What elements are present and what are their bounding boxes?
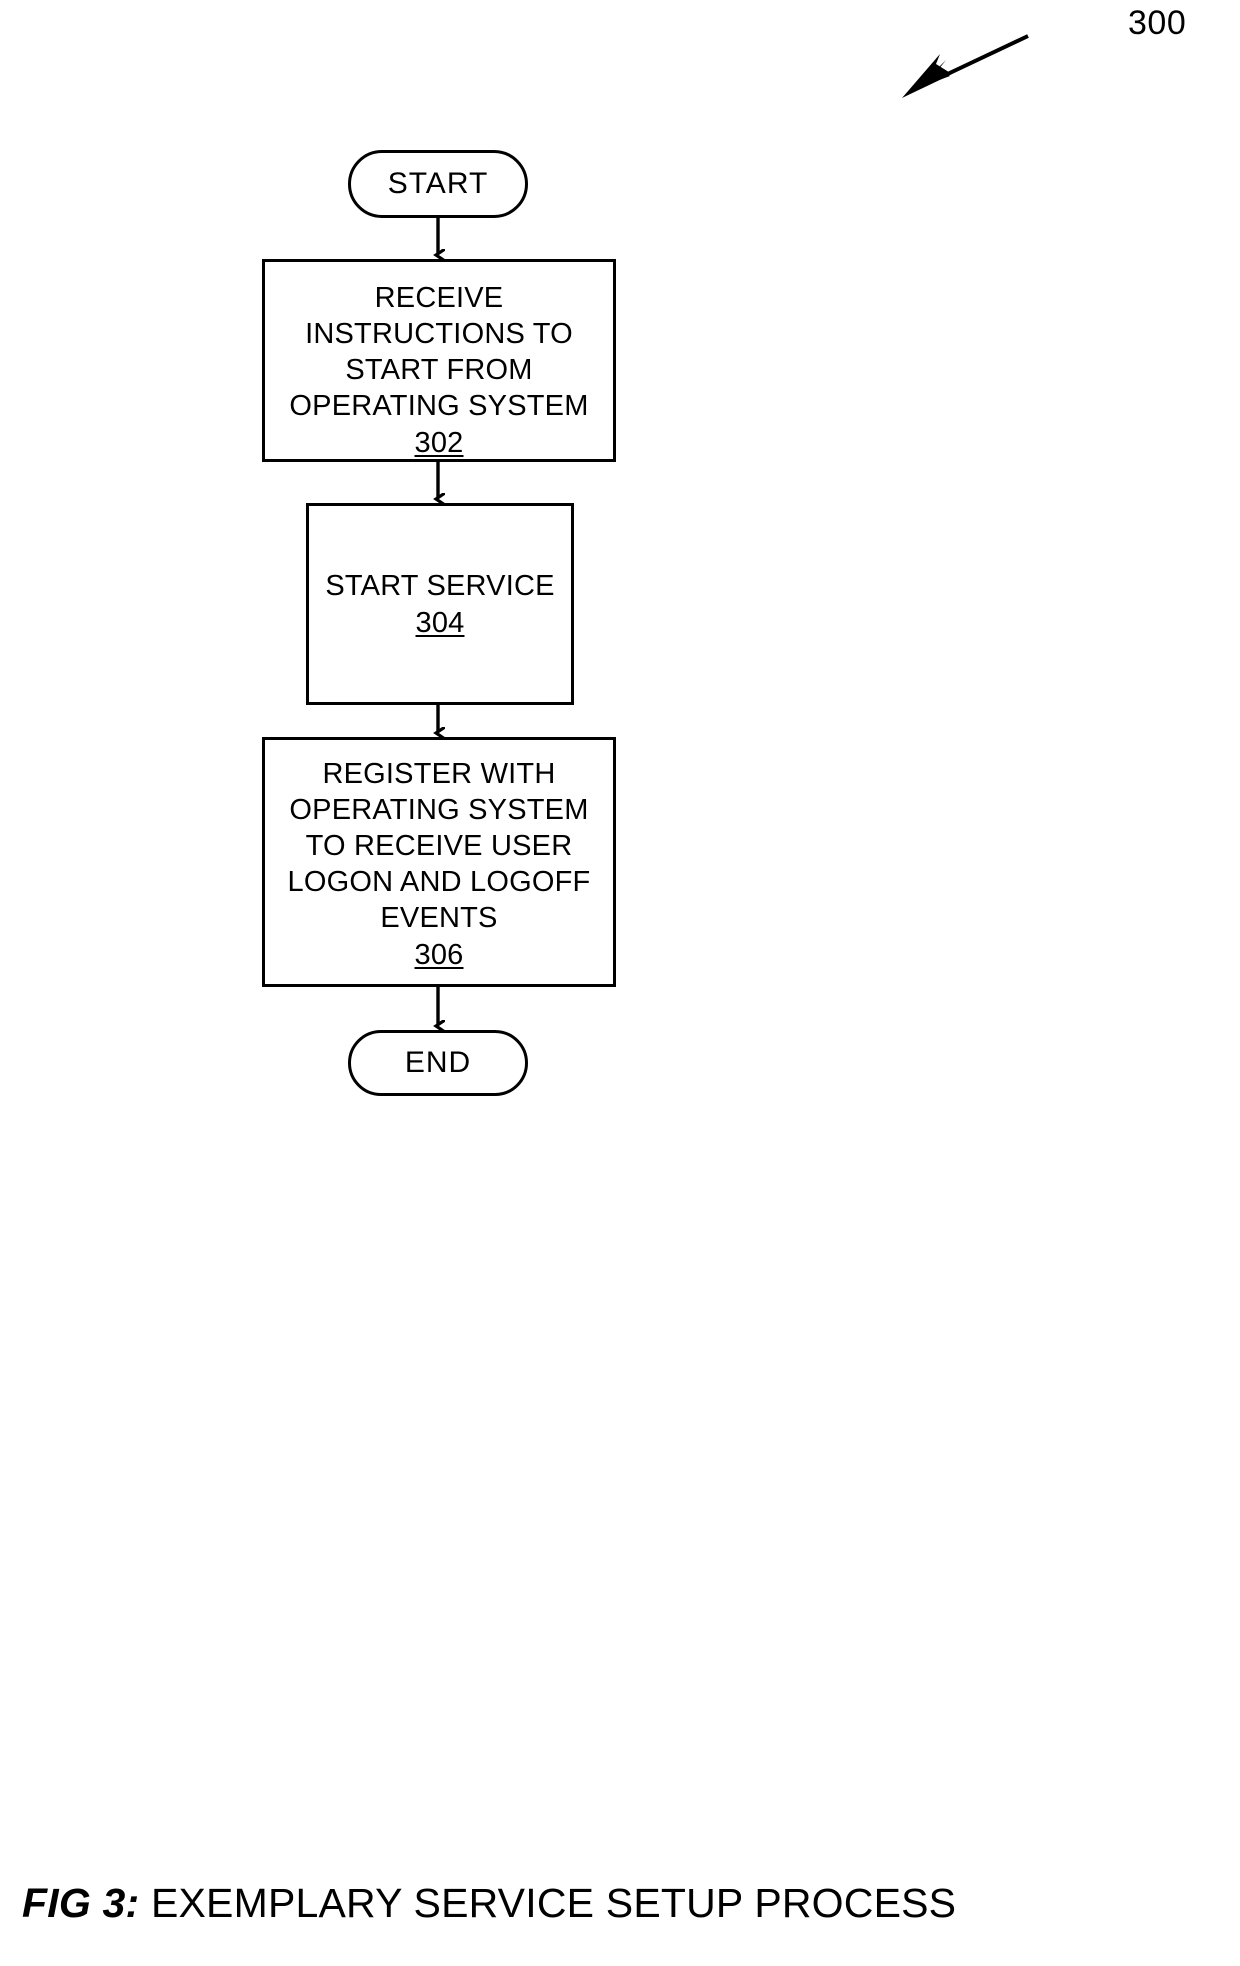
flow-node-step-306[interactable]: REGISTER WITH OPERATING SYSTEM TO RECEIV… [262,737,616,987]
flow-node-step-304[interactable]: START SERVICE 304 [306,503,574,705]
flow-node-end[interactable]: END [348,1030,528,1096]
reference-numeral-300: 300 [1128,4,1187,42]
flow-node-step-302[interactable]: RECEIVE INSTRUCTIONS TO START FROM OPERA… [262,259,616,462]
flow-node-start[interactable]: START [348,150,528,218]
flow-node-start-label: START [387,167,489,200]
flow-node-step-306-number: 306 [414,939,464,971]
figure-caption-label: FIG 3: [22,1880,140,1926]
figure-canvas: 300 START RECEIVE INSTRUCTIONS TO START … [0,0,1240,1966]
flow-node-step-302-number: 302 [414,427,464,459]
flow-node-step-304-label: START SERVICE [325,569,555,602]
flow-node-end-label: END [404,1046,472,1079]
flow-node-step-302-label: RECEIVE INSTRUCTIONS TO START FROM OPERA… [289,282,589,422]
reference-pointer-arrow-icon [902,34,1029,98]
figure-caption-text: EXEMPLARY SERVICE SETUP PROCESS [150,1880,957,1926]
figure-caption: FIG 3: EXEMPLARY SERVICE SETUP PROCESS [22,1878,1218,1928]
flow-connectors [0,218,1240,1966]
flow-node-step-306-label: REGISTER WITH OPERATING SYSTEM TO RECEIV… [287,758,591,934]
flow-node-step-304-number: 304 [415,606,465,639]
